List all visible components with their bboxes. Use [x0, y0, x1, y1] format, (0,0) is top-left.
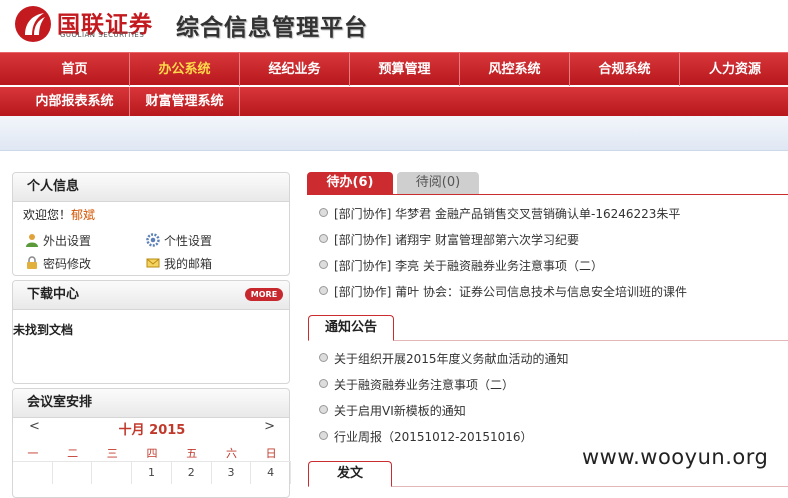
more-button[interactable]: MORE: [245, 288, 283, 301]
download-center-label: 下载中心: [27, 287, 80, 302]
bullet-icon: [319, 431, 328, 440]
personal-info-title: 个人信息: [13, 173, 289, 202]
calendar-day: [13, 461, 53, 484]
notice-item[interactable]: 行业周报（20151012-20151016）: [319, 428, 533, 445]
calendar-weekday-row: 一 二 三 四 五 六 日: [13, 445, 291, 461]
weekday-label: 六: [225, 447, 237, 460]
lock-icon: [27, 256, 37, 269]
meeting-room-panel: 会议室安排 < 十月 2015 > 一 二 三 四 五 六 日 1 2 3 4: [12, 388, 292, 498]
bullet-icon: [319, 208, 328, 217]
weekday-label: 二: [67, 447, 79, 460]
bullet-icon: [319, 234, 328, 243]
notice-item-text: 关于启用VI新模板的通知: [334, 404, 466, 418]
notice-item-text: 关于融资融券业务注意事项（二）: [334, 378, 515, 392]
calendar-next-button[interactable]: >: [264, 419, 275, 434]
calendar-day[interactable]: 2: [171, 461, 212, 484]
notice-section-header: 通知公告: [308, 314, 788, 341]
watermark: www.wooyun.org: [582, 445, 769, 469]
welcome-label: 欢迎您！: [23, 208, 72, 222]
todo-item[interactable]: [部门协作] 莆叶 协会：证券公司信息技术与信息安全培训班的课件: [319, 283, 687, 300]
personal-info-panel: 个人信息 欢迎您！郁斌 外出设置 个性设置 密码修改 我的邮箱: [12, 172, 290, 276]
todo-item[interactable]: [部门协作] 李亮 关于融资融券业务注意事项（二）: [319, 257, 603, 274]
notice-item-text: 行业周报（20151012-20151016）: [334, 430, 533, 444]
bullet-icon: [319, 286, 328, 295]
weekday-label: 日: [265, 447, 277, 460]
nav-office-system[interactable]: 办公系统: [130, 53, 240, 86]
password-change-link[interactable]: 密码修改: [25, 255, 91, 272]
nav-hr[interactable]: 人力资源: [680, 53, 788, 86]
weekday-label: 三: [106, 447, 118, 460]
nav-brokerage[interactable]: 经纪业务: [240, 53, 350, 86]
app-title: 综合信息管理平台: [176, 15, 368, 41]
brand-name-en: GUOLIAN SECURITIES: [60, 31, 145, 39]
todo-item-text: [部门协作] 李亮 关于融资融券业务注意事项（二）: [334, 259, 603, 273]
dispatch-title[interactable]: 发文: [308, 461, 393, 487]
calendar-day: [52, 461, 93, 484]
todo-item[interactable]: [部门协作] 诸翔宇 财富管理部第六次学习纪要: [319, 231, 579, 248]
calendar-week-row: 1 2 3 4: [13, 461, 292, 484]
meeting-room-title: 会议室安排: [13, 389, 289, 418]
personal-setting-label: 个性设置: [164, 234, 213, 248]
todo-item-text: [部门协作] 华梦君 金融产品销售交叉营销确认单-16246223朱平: [334, 207, 681, 221]
password-change-label: 密码修改: [43, 257, 92, 271]
mail-icon: [146, 258, 160, 268]
weekday-label: 一: [27, 447, 39, 460]
calendar-day[interactable]: 4: [251, 461, 292, 484]
todo-item-text: [部门协作] 诸翔宇 财富管理部第六次学习纪要: [334, 233, 579, 247]
tab-todo[interactable]: 待办(6): [307, 172, 393, 194]
nav-internal-reports[interactable]: 内部报表系统: [20, 87, 130, 116]
calendar-day: [92, 461, 133, 484]
notice-item-text: 关于组织开展2015年度义务献血活动的通知: [334, 352, 569, 366]
secondary-nav: 内部报表系统 财富管理系统: [0, 87, 788, 116]
personal-setting-link[interactable]: 个性设置: [146, 232, 212, 249]
calendar-day[interactable]: 3: [211, 461, 252, 484]
gear-icon: [146, 233, 160, 247]
tab-to-read[interactable]: 待阅(0): [397, 172, 479, 194]
calendar-month: 十月 2015: [118, 423, 186, 438]
out-setting-label: 外出设置: [43, 234, 92, 248]
banner-stripe: [0, 116, 788, 151]
tab-underline: [307, 194, 788, 195]
primary-nav: 首页 办公系统 经纪业务 预算管理 风控系统 合规系统 人力资源: [0, 52, 788, 86]
download-center-title: 下载中心 MORE: [13, 281, 289, 310]
calendar-day[interactable]: 1: [132, 461, 172, 484]
nav-risk-control[interactable]: 风控系统: [460, 53, 570, 86]
bullet-icon: [319, 379, 328, 388]
notice-title[interactable]: 通知公告: [308, 315, 395, 341]
weekday-label: 五: [186, 447, 198, 460]
my-mailbox-label: 我的邮箱: [164, 257, 213, 271]
notice-item[interactable]: 关于融资融券业务注意事项（二）: [319, 376, 514, 393]
bullet-icon: [319, 405, 328, 414]
bullet-icon: [319, 260, 328, 269]
nav-home[interactable]: 首页: [20, 53, 130, 86]
todo-item[interactable]: [部门协作] 华梦君 金融产品销售交叉营销确认单-16246223朱平: [319, 205, 680, 222]
my-mailbox-link[interactable]: 我的邮箱: [146, 255, 212, 272]
logo-mark-icon: [15, 6, 51, 42]
empty-documents-text: 未找到文档: [13, 323, 74, 337]
nav-budget[interactable]: 预算管理: [350, 53, 460, 86]
todo-item-text: [部门协作] 莆叶 协会：证券公司信息技术与信息安全培训班的课件: [334, 285, 687, 299]
download-center-panel: 下载中心 MORE 未找到文档: [12, 280, 290, 384]
notice-item[interactable]: 关于组织开展2015年度义务献血活动的通知: [319, 350, 569, 367]
bullet-icon: [319, 353, 328, 362]
out-setting-link[interactable]: 外出设置: [25, 232, 91, 249]
header: 国联证券 GUOLIAN SECURITIES 综合信息管理平台: [0, 0, 788, 52]
nav-compliance[interactable]: 合规系统: [570, 53, 680, 86]
nav-wealth-management[interactable]: 财富管理系统: [130, 87, 240, 116]
welcome-text: 欢迎您！郁斌: [23, 206, 95, 223]
user-name[interactable]: 郁斌: [71, 208, 95, 222]
notice-item[interactable]: 关于启用VI新模板的通知: [319, 402, 466, 419]
weekday-label: 四: [146, 447, 158, 460]
person-icon: [26, 234, 38, 247]
